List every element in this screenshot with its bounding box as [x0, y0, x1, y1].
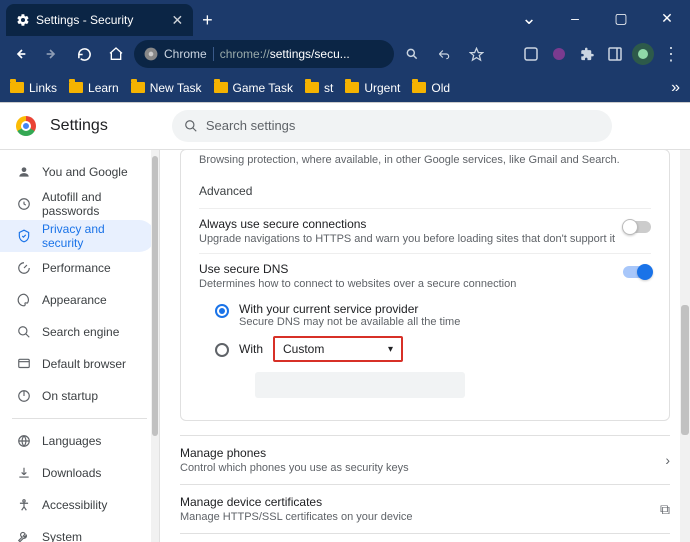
profile-avatar[interactable]	[630, 40, 656, 68]
browser-icon	[16, 356, 32, 372]
main-scrollbar[interactable]	[680, 150, 690, 542]
bookmark-folder[interactable]: Learn	[69, 81, 119, 95]
sidebar-item-on-startup[interactable]: On startup	[0, 380, 155, 412]
person-icon	[16, 164, 32, 180]
settings-search-input[interactable]: Search settings	[172, 110, 612, 142]
separator	[213, 47, 214, 61]
omnibox-prefix: Chrome	[164, 47, 207, 61]
dns-option-with[interactable]: With Custom ▾	[215, 332, 651, 366]
bookmark-folder[interactable]: st	[305, 81, 333, 95]
folder-icon	[305, 82, 319, 93]
truncated-text: Browsing protection, where available, in…	[199, 150, 651, 176]
extension-icon-1[interactable]	[518, 40, 544, 68]
browser-tab[interactable]: Settings - Security ✕	[6, 4, 193, 36]
dns-option-current-provider[interactable]: With your current service provider Secur…	[215, 298, 651, 332]
minimize-button[interactable]: –	[552, 0, 598, 36]
sidebar-item-default-browser[interactable]: Default browser	[0, 348, 155, 380]
settings-main-panel: Browsing protection, where available, in…	[160, 150, 690, 542]
settings-sidebar: You and Google Autofill and passwords Pr…	[0, 150, 160, 542]
new-tab-button[interactable]: +	[193, 4, 221, 36]
sidebar-item-system[interactable]: System	[0, 521, 155, 542]
download-icon	[16, 465, 32, 481]
accessibility-icon	[16, 497, 32, 513]
tab-close-button[interactable]: ✕	[169, 12, 185, 28]
back-button[interactable]	[6, 40, 34, 68]
row-title: Use secure DNS	[199, 262, 623, 276]
chevron-right-icon: ›	[665, 452, 670, 468]
separator	[12, 418, 147, 419]
sidebar-item-downloads[interactable]: Downloads	[0, 457, 155, 489]
row-description: Determines how to connect to websites ov…	[199, 278, 623, 290]
share-icon[interactable]	[430, 40, 458, 68]
maximize-button[interactable]: ▢	[598, 0, 644, 36]
dns-provider-dropdown[interactable]: Custom ▾	[273, 336, 403, 362]
folder-icon	[214, 82, 228, 93]
extension-icon-2[interactable]	[546, 40, 572, 68]
sidebar-item-accessibility[interactable]: Accessibility	[0, 489, 155, 521]
paint-icon	[16, 292, 32, 308]
secure-dns-toggle[interactable]	[623, 266, 651, 278]
row-description: Upgrade navigations to HTTPS and warn yo…	[199, 233, 623, 245]
folder-icon	[69, 82, 83, 93]
close-window-button[interactable]: ✕	[644, 0, 690, 36]
row-title: Always use secure connections	[199, 217, 623, 231]
folder-icon	[345, 82, 359, 93]
sidebar-item-you-and-google[interactable]: You and Google	[0, 156, 155, 188]
chrome-logo-icon	[16, 116, 36, 136]
bookmarks-bar: Links Learn New Task Game Task st Urgent…	[0, 72, 690, 102]
search-icon[interactable]	[398, 40, 426, 68]
dns-custom-input[interactable]	[255, 372, 465, 398]
sidebar-item-autofill[interactable]: Autofill and passwords	[0, 188, 155, 220]
page-title: Settings	[50, 117, 108, 135]
address-bar[interactable]: Chrome chrome://settings/secu...	[134, 40, 394, 68]
bookmark-star-icon[interactable]	[462, 40, 490, 68]
globe-icon	[16, 433, 32, 449]
sidepanel-icon[interactable]	[602, 40, 628, 68]
bookmark-folder[interactable]: Game Task	[214, 81, 293, 95]
sidebar-scrollbar[interactable]	[151, 150, 159, 542]
bookmark-folder[interactable]: Urgent	[345, 81, 400, 95]
bookmark-folder[interactable]: Old	[412, 81, 450, 95]
dropdown-arrow-icon: ▾	[388, 344, 393, 355]
advanced-heading: Advanced	[199, 184, 651, 198]
forward-button[interactable]	[38, 40, 66, 68]
search-icon	[16, 324, 32, 340]
settings-header: Settings Search settings	[0, 102, 690, 150]
browser-toolbar: Chrome chrome://settings/secu... ⋮	[0, 36, 690, 72]
gear-icon	[16, 13, 30, 27]
wrench-icon	[16, 529, 32, 542]
external-link-icon: ⧉	[660, 501, 670, 518]
chrome-icon	[144, 47, 158, 61]
sidebar-item-appearance[interactable]: Appearance	[0, 284, 155, 316]
shield-icon	[16, 228, 32, 244]
menu-button[interactable]: ⋮	[658, 40, 684, 68]
folder-icon	[10, 82, 24, 93]
secure-connections-row: Always use secure connections Upgrade na…	[199, 208, 651, 253]
window-titlebar: Settings - Security ✕ + ⌄ – ▢ ✕	[0, 0, 690, 36]
sidebar-item-languages[interactable]: Languages	[0, 425, 155, 457]
sidebar-item-privacy-security[interactable]: Privacy and security	[0, 220, 155, 252]
certificates-managed-row[interactable]: Certificates managed by Chrome Informati…	[180, 533, 670, 542]
chevron-down-icon[interactable]: ⌄	[506, 0, 552, 36]
bookmark-folder[interactable]: New Task	[131, 81, 202, 95]
folder-icon	[412, 82, 426, 93]
tab-title: Settings - Security	[36, 13, 133, 27]
manage-phones-row[interactable]: Manage phones Control which phones you u…	[180, 435, 670, 484]
home-button[interactable]	[102, 40, 130, 68]
bookmarks-overflow[interactable]: »	[671, 79, 680, 97]
reload-button[interactable]	[70, 40, 98, 68]
extensions-puzzle-icon[interactable]	[574, 40, 600, 68]
manage-certificates-row[interactable]: Manage device certificates Manage HTTPS/…	[180, 484, 670, 533]
secure-connections-toggle[interactable]	[623, 221, 651, 233]
speed-icon	[16, 260, 32, 276]
sidebar-item-performance[interactable]: Performance	[0, 252, 155, 284]
autofill-icon	[16, 196, 32, 212]
bookmark-folder[interactable]: Links	[10, 81, 57, 95]
radio-checked-icon	[215, 304, 229, 318]
sidebar-item-search-engine[interactable]: Search engine	[0, 316, 155, 348]
folder-icon	[131, 82, 145, 93]
search-icon	[184, 119, 198, 133]
power-icon	[16, 388, 32, 404]
radio-icon	[215, 343, 229, 357]
